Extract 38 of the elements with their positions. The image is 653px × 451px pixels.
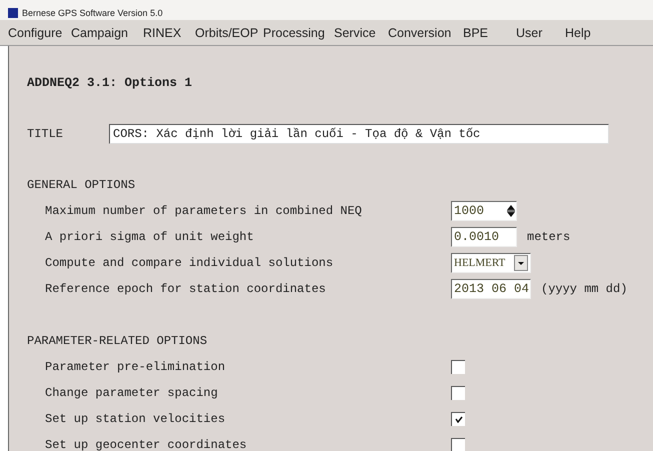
menu-item[interactable]: Processing: [259, 26, 330, 40]
option-label: Change parameter spacing: [45, 386, 219, 400]
option-label: Reference epoch for station coordinates: [45, 282, 327, 296]
checkbox[interactable]: [451, 412, 465, 426]
app-icon: [8, 8, 18, 18]
option-label: Parameter pre-elimination: [45, 360, 226, 374]
window-title: Bernese GPS Software Version 5.0: [22, 8, 163, 18]
unit-label: (yyyy mm dd): [541, 282, 628, 296]
check-icon: [454, 416, 462, 423]
menu-item[interactable]: Orbits/EOP: [191, 26, 259, 40]
option-label: Set up geocenter coordinates: [45, 438, 248, 451]
dropdown-caret-icon[interactable]: [514, 255, 528, 271]
menu-item[interactable]: Service: [330, 26, 384, 40]
menu-item[interactable]: Campaign: [67, 26, 139, 40]
menu-item[interactable]: Conversion: [384, 26, 459, 40]
checkbox[interactable]: [451, 438, 465, 451]
option-label: Compute and compare individual solutions: [45, 256, 334, 270]
menu-item[interactable]: Help: [561, 26, 611, 40]
checkbox[interactable]: [451, 386, 465, 400]
option-label: Set up station velocities: [45, 412, 226, 426]
spin-arrows-icon[interactable]: [506, 204, 516, 218]
spin-field[interactable]: 1000: [451, 201, 517, 221]
option-label: Maximum number of parameters in combined NEQ: [45, 204, 363, 218]
field-label: TITLE: [27, 127, 64, 141]
dropdown[interactable]: HELMERT: [451, 253, 531, 273]
panel-title: ADDNEQ2 3.1: Options 1: [27, 76, 194, 92]
option-label: A priori sigma of unit weight: [45, 230, 255, 244]
input-field[interactable]: 2013 06 04: [451, 279, 531, 299]
title-field[interactable]: CORS: Xác định lời giải lần cuối - Tọa độ & Vận tốc: [109, 124, 609, 144]
input-field[interactable]: 0.0010: [451, 227, 517, 247]
checkbox[interactable]: [451, 360, 465, 374]
menu-item[interactable]: Configure: [4, 26, 67, 40]
unit-label: meters: [527, 230, 570, 244]
menu-item[interactable]: User: [512, 26, 561, 40]
menu-item[interactable]: BPE: [459, 26, 512, 40]
section-heading: PARAMETER-RELATED OPTIONS: [27, 334, 208, 348]
section-heading: GENERAL OPTIONS: [27, 178, 136, 192]
menu-item[interactable]: RINEX: [139, 26, 191, 40]
